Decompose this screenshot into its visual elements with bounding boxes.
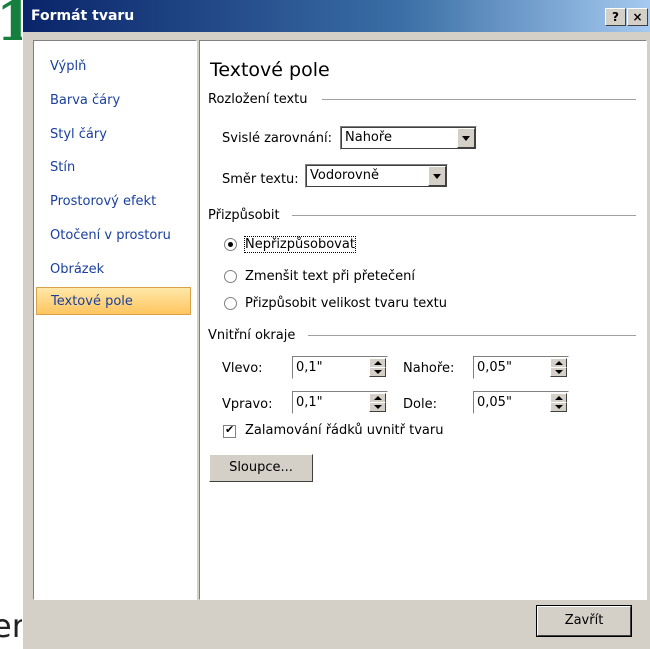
close-button[interactable]: Zavřít [536, 605, 632, 637]
radio-shrink-on-overflow[interactable] [224, 270, 237, 283]
dialog-title: Formát tvaru [31, 8, 135, 24]
spin-down-icon[interactable] [550, 367, 567, 377]
vertical-align-select[interactable]: Nahoře [340, 126, 477, 150]
nav-item-shadow[interactable]: Stín [36, 154, 191, 182]
radio-do-not-autofit[interactable] [224, 238, 237, 251]
format-shape-dialog: Formát tvaru ? × Výplň Barva čáry Styl č… [22, 0, 650, 649]
section-divider [292, 215, 636, 217]
text-direction-label: Směr textu: [222, 172, 299, 187]
text-direction-select[interactable]: Vodorovně [305, 164, 448, 188]
nav-item-fill[interactable]: Výplň [36, 53, 191, 81]
radio-resize-shape-label[interactable]: Přizpůsobit velikost tvaru textu [245, 296, 447, 311]
chevron-down-icon[interactable] [428, 166, 446, 186]
help-button[interactable]: ? [605, 8, 626, 26]
wrap-text-label[interactable]: Zalamování řádků uvnitř tvaru [245, 423, 443, 438]
radio-resize-shape[interactable] [224, 297, 237, 310]
margin-top-label: Nahoře: [403, 361, 455, 376]
section-text-layout: Rozložení textu [208, 92, 308, 107]
margin-right-spinner[interactable]: 0,1" [292, 391, 388, 414]
nav-item-3d-rotation[interactable]: Otočení v prostoru [36, 222, 191, 250]
margin-left-spinner[interactable]: 0,1" [292, 356, 388, 379]
margin-bottom-spinner[interactable]: 0,05" [473, 391, 569, 414]
nav-item-text-box[interactable]: Textové pole [36, 287, 191, 315]
nav-item-picture[interactable]: Obrázek [36, 256, 191, 284]
settings-panel: Textové pole Rozložení textu Svislé zaro… [199, 40, 647, 600]
radio-do-not-autofit-label[interactable]: Nepřizpůsobovat [244, 236, 356, 253]
section-divider [308, 335, 636, 337]
spin-down-icon[interactable] [369, 367, 386, 377]
radio-shrink-on-overflow-label[interactable]: Zmenšit text při přetečení [245, 269, 415, 284]
nav-item-line-style[interactable]: Styl čáry [36, 121, 191, 149]
margin-right-label: Vpravo: [222, 397, 273, 412]
section-internal-margins: Vnitřní okraje [208, 328, 296, 343]
nav-item-line-color[interactable]: Barva čáry [36, 87, 191, 115]
chevron-down-icon[interactable] [457, 128, 475, 148]
section-autofit: Přizpůsobit [208, 208, 280, 223]
dialog-titlebar[interactable]: Formát tvaru ? × [23, 0, 650, 32]
nav-item-3d-format[interactable]: Prostorový efekt [36, 188, 191, 216]
section-divider [322, 99, 636, 101]
close-icon[interactable]: × [627, 8, 648, 26]
margin-bottom-label: Dole: [403, 397, 437, 412]
margin-top-spinner[interactable]: 0,05" [473, 356, 569, 379]
vertical-align-label: Svislé zarovnání: [222, 131, 333, 146]
background-document-fragment: 1 [0, 0, 22, 55]
margin-left-label: Vlevo: [222, 361, 263, 376]
spin-down-icon[interactable] [550, 402, 567, 412]
spin-down-icon[interactable] [369, 402, 386, 412]
panel-title: Textové pole [210, 59, 330, 81]
wrap-text-checkbox[interactable] [223, 423, 236, 438]
columns-button[interactable]: Sloupce... [209, 454, 313, 482]
category-list: Výplň Barva čáry Styl čáry Stín Prostoro… [33, 40, 197, 600]
